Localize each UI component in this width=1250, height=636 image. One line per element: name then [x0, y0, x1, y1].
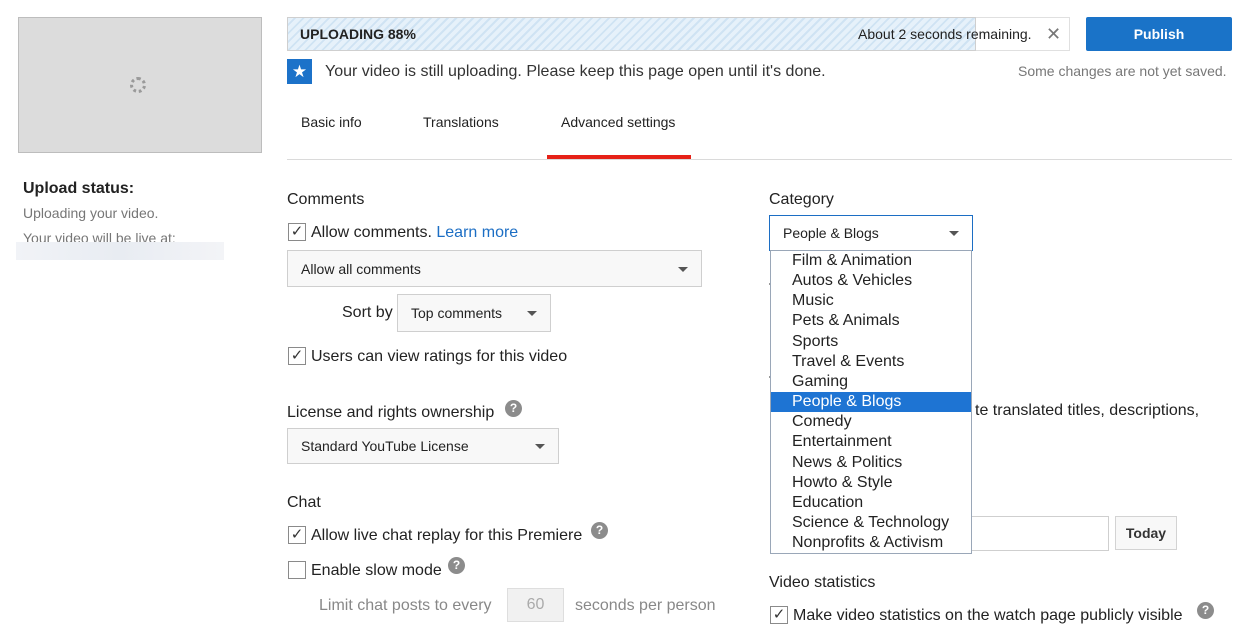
help-icon[interactable]: ?: [1197, 602, 1214, 619]
help-icon[interactable]: ?: [505, 400, 522, 417]
license-value: Standard YouTube License: [301, 438, 469, 454]
chevron-down-icon: [535, 444, 545, 449]
help-icon[interactable]: ?: [591, 522, 608, 539]
category-option[interactable]: Nonprofits & Activism: [771, 533, 971, 553]
checkmark-icon: ✓: [290, 526, 304, 543]
category-select[interactable]: People & Blogs: [769, 215, 973, 251]
learn-more-link[interactable]: Learn more: [436, 224, 518, 241]
tab-basic-info[interactable]: Basic info: [301, 114, 362, 130]
sort-comments-value: Top comments: [411, 305, 503, 321]
limit-chat-suffix: seconds per person: [575, 597, 716, 614]
category-option[interactable]: Comedy: [771, 412, 971, 432]
checkmark-icon: ✓: [772, 606, 786, 623]
upload-progress-label: UPLOADING 88%: [300, 26, 416, 42]
license-section-title: License and rights ownership: [287, 404, 495, 421]
cancel-upload-close-icon[interactable]: ✕: [1046, 24, 1061, 44]
today-button[interactable]: Today: [1115, 516, 1177, 550]
star-icon: ★: [287, 59, 312, 84]
category-option[interactable]: Entertainment: [771, 432, 971, 452]
checkmark-icon: ✓: [290, 223, 304, 240]
video-statistics-checkbox[interactable]: ✓: [770, 606, 788, 624]
upload-notice: Your video is still uploading. Please ke…: [325, 63, 826, 80]
slow-mode-checkbox[interactable]: [288, 561, 306, 579]
category-dropdown-menu: Film & Animation Autos & Vehicles Music Pet…: [770, 250, 972, 554]
category-option[interactable]: News & Politics: [771, 453, 971, 473]
chevron-down-icon: [949, 231, 959, 236]
sort-comments-select[interactable]: Top comments: [397, 294, 551, 332]
view-ratings-checkbox[interactable]: ✓: [288, 347, 306, 365]
category-option[interactable]: Sports: [771, 332, 971, 352]
tab-translations[interactable]: Translations: [423, 114, 499, 130]
unsaved-changes-text: Some changes are not yet saved.: [1018, 63, 1227, 79]
chat-section-title: Chat: [287, 494, 321, 511]
comments-section-title: Comments: [287, 191, 365, 208]
chat-replay-label: Allow live chat replay for this Premiere: [311, 527, 583, 544]
category-option[interactable]: Film & Animation: [771, 251, 971, 271]
category-option[interactable]: People & Blogs: [771, 392, 971, 413]
category-option[interactable]: Travel & Events: [771, 352, 971, 372]
uploading-text: Uploading your video.: [23, 205, 159, 221]
comment-filter-value: Allow all comments: [301, 260, 421, 277]
category-option[interactable]: Science & Technology: [771, 513, 971, 533]
checkmark-icon: ✓: [290, 347, 304, 364]
chevron-down-icon: [678, 266, 688, 272]
allow-comments-checkbox[interactable]: ✓: [288, 223, 306, 241]
slow-mode-seconds-input[interactable]: 60: [507, 588, 564, 622]
category-option[interactable]: Pets & Animals: [771, 311, 971, 331]
recording-date-input[interactable]: [966, 516, 1109, 551]
video-statistics-label: Make video statistics on the watch page …: [793, 607, 1183, 624]
tab-advanced-settings[interactable]: Advanced settings: [561, 114, 675, 130]
tabs-divider: [287, 159, 1232, 160]
chat-replay-checkbox[interactable]: ✓: [288, 526, 306, 544]
publish-button[interactable]: Publish: [1086, 17, 1232, 51]
help-icon[interactable]: ?: [448, 557, 465, 574]
comment-filter-select[interactable]: Allow all comments: [287, 250, 702, 287]
category-option[interactable]: Music: [771, 291, 971, 311]
category-option[interactable]: Autos & Vehicles: [771, 271, 971, 291]
chevron-down-icon: [527, 311, 537, 316]
license-select[interactable]: Standard YouTube License: [287, 428, 559, 464]
active-tab-indicator: [547, 155, 691, 159]
allow-comments-label: Allow comments. Learn more: [311, 224, 519, 241]
category-section-title: Category: [769, 191, 834, 208]
view-ratings-label: Users can view ratings for this video: [311, 348, 568, 365]
upload-time-remaining: About 2 seconds remaining.: [858, 26, 1032, 42]
video-url-redacted: [16, 242, 224, 260]
limit-chat-prefix: Limit chat posts to every: [319, 597, 492, 614]
category-selected-value: People & Blogs: [783, 225, 879, 241]
video-statistics-title: Video statistics: [769, 574, 876, 591]
upload-status-title: Upload status:: [23, 180, 135, 197]
slow-mode-label: Enable slow mode: [311, 562, 442, 579]
category-option[interactable]: Howto & Style: [771, 473, 971, 493]
translations-hint-text: te translated titles, descriptions,: [975, 402, 1200, 419]
category-option[interactable]: Education: [771, 493, 971, 513]
loading-spinner-icon: [130, 77, 146, 93]
sort-by-label: Sort by: [342, 304, 393, 321]
category-option[interactable]: Gaming: [771, 372, 971, 392]
